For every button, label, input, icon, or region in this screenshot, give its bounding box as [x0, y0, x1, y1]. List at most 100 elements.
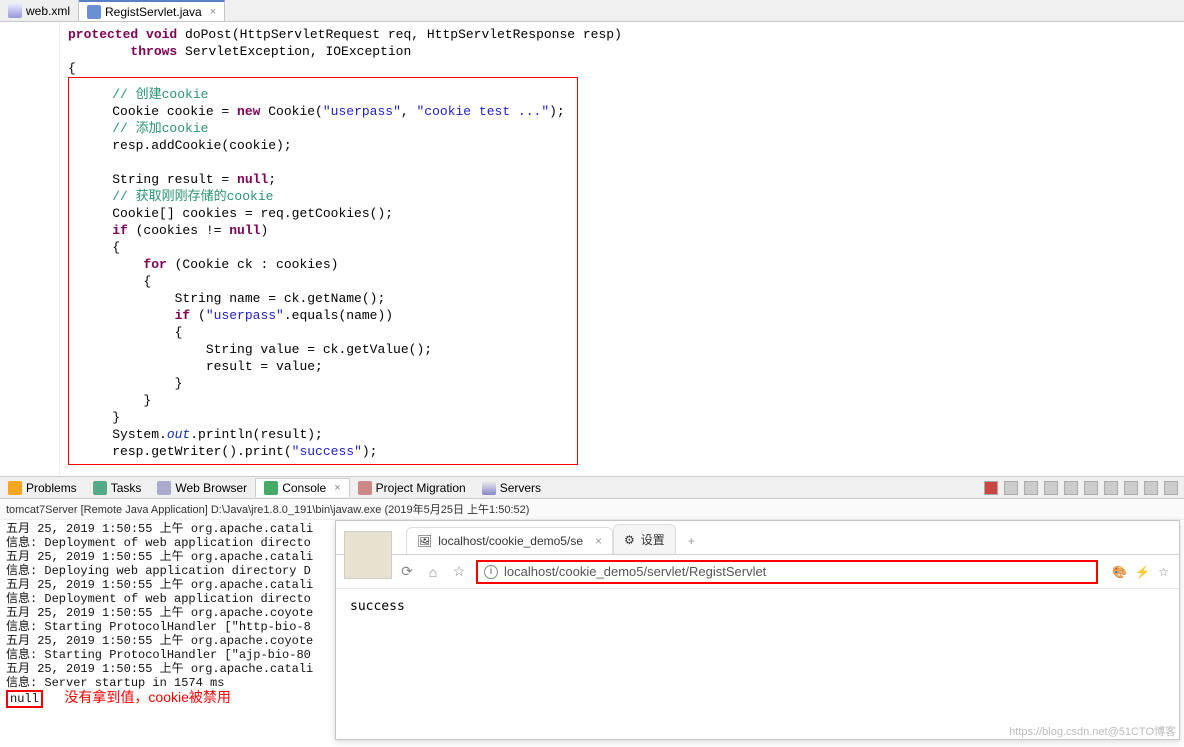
flash-icon[interactable]: ⚡ — [1135, 565, 1150, 579]
problems-icon — [8, 481, 22, 495]
browser-tab-settings[interactable]: ⚙ 设置 — [613, 524, 676, 554]
home-button[interactable]: ⌂ — [424, 563, 442, 581]
console-null-value: null — [6, 690, 43, 708]
tab-tasks[interactable]: Tasks — [85, 479, 150, 497]
console-line: 信息: Deployment of web application direct… — [6, 536, 311, 550]
servers-icon — [482, 481, 496, 495]
console-line: 信息: Starting ProtocolHandler ["http-bio-… — [6, 620, 311, 634]
maximize-button[interactable] — [1164, 481, 1178, 495]
console-line: 信息: Server startup in 1574 ms — [6, 676, 224, 690]
console-line: 五月 25, 2019 1:50:55 上午 org.apache.catali — [6, 550, 313, 564]
code-token: , — [401, 104, 417, 119]
bottom-view-tabs: Problems Tasks Web Browser Console × Proj… — [0, 477, 1184, 499]
code-token: (Cookie ck : cookies) — [167, 257, 339, 272]
code-token: } — [112, 410, 120, 425]
code-token: { — [143, 274, 151, 289]
code-token: result = value; — [206, 359, 323, 374]
code-token: String name = ck.getName(); — [175, 291, 386, 306]
browser-tab-localhost[interactable]: 🖼 localhost/cookie_demo5/se × — [406, 527, 613, 554]
code-token: Cookie cookie = — [112, 104, 237, 119]
code-token: { — [175, 325, 183, 340]
tab-web-browser[interactable]: Web Browser — [149, 479, 255, 497]
minimize-button[interactable] — [1144, 481, 1158, 495]
open-console-button[interactable] — [1124, 481, 1138, 495]
code-token: String value = ck.getValue(); — [206, 342, 432, 357]
console-process-header: tomcat7Server [Remote Java Application] … — [0, 499, 1184, 520]
console-toolbar — [984, 481, 1178, 495]
code-token: .println(result); — [190, 427, 323, 442]
tasks-icon — [93, 481, 107, 495]
console-line: 五月 25, 2019 1:50:55 上午 org.apache.catali — [6, 578, 313, 592]
tab-label: localhost/cookie_demo5/se — [438, 534, 583, 548]
code-token: resp.addCookie(cookie); — [112, 138, 291, 153]
url-text: localhost/cookie_demo5/servlet/RegistSer… — [504, 564, 766, 579]
clear-console-button[interactable] — [1044, 481, 1058, 495]
code-string: "userpass" — [323, 104, 401, 119]
scroll-lock-button[interactable] — [1064, 481, 1078, 495]
code-token: ( — [190, 308, 206, 323]
console-line: 五月 25, 2019 1:50:55 上午 org.apache.coyote — [6, 606, 313, 620]
code-token: protected void — [68, 27, 177, 42]
browser-tab-bar: 🖼 localhost/cookie_demo5/se × ⚙ 设置 + — [336, 521, 1179, 555]
bookmark-icon[interactable]: ☆ — [1158, 565, 1169, 579]
tab-label: Project Migration — [376, 481, 466, 495]
site-info-icon[interactable]: i — [484, 565, 498, 579]
tab-console[interactable]: Console × — [255, 478, 349, 497]
code-token: out — [167, 427, 190, 442]
code-token: String result = — [112, 172, 237, 187]
code-string: "userpass" — [206, 308, 284, 323]
tab-servers[interactable]: Servers — [474, 479, 549, 497]
editor-gutter — [0, 22, 60, 476]
tab-project-migration[interactable]: Project Migration — [350, 479, 474, 497]
code-comment: // 添加cookie — [112, 121, 208, 136]
console-line: 信息: Deploying web application directory … — [6, 564, 311, 578]
tab-label: Tasks — [111, 481, 142, 495]
code-token: if — [112, 223, 128, 238]
code-token: { — [112, 240, 120, 255]
code-token: } — [175, 376, 183, 391]
tab-label: Servers — [500, 481, 541, 495]
browser-page-body: success — [336, 589, 1179, 624]
browser-toolbar: 〈 〉 ⟳ ⌂ ☆ i localhost/cookie_demo5/servl… — [336, 555, 1179, 589]
close-icon[interactable]: × — [210, 6, 216, 18]
new-tab-button[interactable]: + — [676, 528, 707, 554]
display-selected-console-button[interactable] — [1104, 481, 1118, 495]
code-token: ); — [549, 104, 565, 119]
project-migration-icon — [358, 481, 372, 495]
console-line: 五月 25, 2019 1:50:55 上午 org.apache.coyote — [6, 634, 313, 648]
page-icon: 🖼 — [417, 534, 432, 548]
tab-label: RegistServlet.java — [105, 5, 202, 19]
close-icon[interactable]: × — [595, 534, 602, 548]
console-line: 信息: Starting ProtocolHandler ["ajp-bio-8… — [6, 648, 311, 662]
code-token: for — [143, 257, 166, 272]
extension-icon[interactable]: 🎨 — [1112, 565, 1127, 579]
tab-label: web.xml — [26, 4, 70, 18]
code-token: Cookie( — [260, 104, 322, 119]
code-area[interactable]: protected void doPost(HttpServletRequest… — [60, 22, 1184, 476]
editor-pane: protected void doPost(HttpServletRequest… — [0, 22, 1184, 477]
console-icon — [264, 481, 278, 495]
close-icon[interactable]: × — [334, 482, 340, 494]
code-token: resp.getWriter().print( — [112, 444, 291, 459]
browser-right-icons: 🎨 ⚡ ☆ — [1112, 565, 1169, 579]
tab-label: 设置 — [641, 531, 665, 548]
tab-label: Console — [282, 481, 326, 495]
browser-app-icon — [344, 531, 392, 579]
code-token: throws — [130, 44, 177, 59]
tab-webxml[interactable]: web.xml — [0, 0, 79, 21]
remove-launch-button[interactable] — [1004, 481, 1018, 495]
reload-button[interactable]: ⟳ — [398, 563, 416, 581]
code-token: doPost(HttpServletRequest req, HttpServl… — [177, 27, 622, 42]
tab-registservlet[interactable]: RegistServlet.java × — [79, 0, 225, 21]
editor-tab-bar: web.xml RegistServlet.java × — [0, 0, 1184, 22]
terminate-button[interactable] — [984, 481, 998, 495]
url-bar[interactable]: i localhost/cookie_demo5/servlet/RegistS… — [476, 560, 1098, 584]
annotation-note: 没有拿到值，cookie被禁用 — [64, 689, 230, 705]
pin-console-button[interactable] — [1084, 481, 1098, 495]
xml-file-icon — [8, 4, 22, 18]
tab-problems[interactable]: Problems — [0, 479, 85, 497]
code-string: "cookie test ..." — [417, 104, 550, 119]
favorite-button[interactable]: ☆ — [450, 563, 468, 581]
browser-window: 🖼 localhost/cookie_demo5/se × ⚙ 设置 + 〈 〉… — [335, 520, 1180, 740]
remove-all-button[interactable] — [1024, 481, 1038, 495]
